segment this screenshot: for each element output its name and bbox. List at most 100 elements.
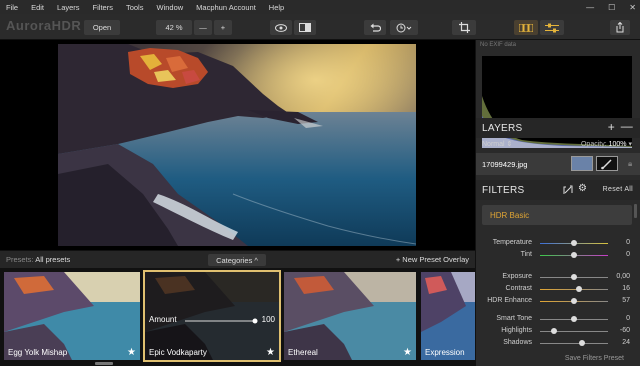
undo-button[interactable] [364,20,386,35]
opacity-label: Opacity: [580,141,607,148]
slider-value: 24 [622,339,630,346]
minimize-icon[interactable]: — [586,3,594,12]
slider-value: 0 [626,239,630,246]
zoom-level[interactable]: 42 % [156,20,192,35]
split-view-icon [299,23,311,32]
preview-eye-button[interactable] [270,20,292,35]
slider-label: Shadows [503,339,532,346]
star-icon[interactable]: ★ [266,347,275,358]
crop-icon [458,22,470,33]
zoom-out-button[interactable]: — [194,20,212,35]
slider-row: Highlights -60 [476,326,636,337]
slider-row: Temperature 0 [476,238,636,249]
slider-row: HDR Enhance 57 [476,296,636,307]
preset-thumbnail[interactable]: Egg Yolk Mishap ★ [2,270,142,362]
amount-value: 100 [261,315,275,324]
history-button[interactable] [390,20,418,35]
adjustments-toggle-button[interactable] [540,20,564,35]
app-logo: AuroraHDR [6,18,82,33]
layer-item[interactable]: 17099429.jpg 🔒︎ [476,153,640,175]
layer-file-name: 17099429.jpg [482,160,528,169]
close-icon[interactable]: ✕ [629,3,636,12]
slider-handle[interactable] [571,298,577,304]
slider-value: 0,00 [616,273,630,280]
blend-mode-value: Normal [482,141,505,148]
slider-label: Highlights [501,327,532,334]
menu-filters[interactable]: Filters [93,3,113,12]
right-panel: No EXIF data LAYERS + — Normal ⇕ Opacity… [475,40,640,366]
save-filters-preset-button[interactable]: Save Filters Preset [565,355,624,362]
preset-name: Epic Vodkaparty [149,348,207,357]
preset-thumbnails: Egg Yolk Mishap ★ Amount 100 Epic Vodkap… [0,268,475,366]
crop-button[interactable] [452,20,476,35]
zoom-in-button[interactable]: + [214,20,232,35]
star-icon[interactable]: ★ [127,347,136,358]
new-preset-overlay-button[interactable]: + New Preset Overlay [396,255,469,264]
layer-mask-thumbnail[interactable] [596,156,618,171]
menu-bar: File Edit Layers Filters Tools Window Ma… [0,0,640,14]
open-button[interactable]: Open [84,20,120,35]
slider-row: Shadows 24 [476,338,636,349]
opacity-control[interactable]: Opacity: 100% ▾ [581,140,632,148]
reset-all-button[interactable]: Reset All [603,186,633,193]
hdr-basic-filter-header[interactable]: HDR Basic [482,205,632,225]
preset-thumbnail[interactable]: Ethereal ★ [282,270,418,362]
presets-label: Presets: [6,255,34,264]
slider-handle[interactable] [571,316,577,322]
undo-icon [370,23,381,32]
slider-label: Temperature [492,239,532,246]
slider-row: Contrast 16 [476,284,636,295]
slider-handle[interactable] [576,286,583,292]
thumbnails-scroll-handle[interactable] [95,362,113,365]
add-layer-icon[interactable]: + [608,120,615,134]
sliders-icon [545,23,559,32]
histogram-icon [519,23,533,32]
panel-scrollbar[interactable] [634,204,637,218]
blend-mode-select[interactable]: Normal ⇕ [482,140,512,148]
image-canvas[interactable] [0,40,475,250]
menu-help[interactable]: Help [269,3,284,12]
amount-label: Amount [149,315,177,324]
categories-button[interactable]: Categories ^ [208,254,266,266]
slider-handle[interactable] [571,274,577,280]
slider-row: Smart Tone 0 [476,314,636,325]
slider-row: Exposure 0,00 [476,272,636,283]
share-button[interactable] [610,20,630,35]
presets-bar: Presets: All presets Categories ^ + New … [0,250,475,268]
main-photo [58,44,416,246]
star-icon[interactable]: ★ [403,347,412,358]
preset-name: Egg Yolk Mishap [8,348,68,357]
menu-tools[interactable]: Tools [126,3,144,12]
mask-icon[interactable] [563,185,573,195]
layers-title: LAYERS [482,122,523,134]
layers-header: LAYERS + — [476,118,640,138]
histogram-toggle-button[interactable] [514,20,538,35]
menu-window[interactable]: Window [156,3,183,12]
slider-handle[interactable] [571,240,577,246]
layer-thumbnail [571,156,593,171]
menu-layers[interactable]: Layers [57,3,80,12]
slider-label: Smart Tone [496,315,532,322]
gear-icon[interactable]: ⚙ [578,183,587,194]
share-icon [616,22,624,33]
menu-file[interactable]: File [6,3,18,12]
slider-track[interactable] [540,289,608,290]
menu-macphun-account[interactable]: Macphun Account [196,3,256,12]
slider-handle[interactable] [550,328,557,334]
lock-icon[interactable]: 🔒︎ [628,159,632,169]
remove-layer-icon[interactable]: — [621,119,633,133]
presets-filter-value: All presets [35,255,71,264]
slider-track[interactable] [540,343,608,344]
compare-button[interactable] [294,20,316,35]
slider-handle[interactable] [579,340,586,346]
slider-label: Tint [520,251,532,258]
preset-thumbnail[interactable]: Expression [419,270,475,362]
slider-handle[interactable] [571,252,577,258]
presets-filter[interactable]: Presets: All presets [6,255,70,264]
menu-edit[interactable]: Edit [31,3,44,12]
brush-icon [601,159,612,170]
slider-value: 0 [626,251,630,258]
preset-thumbnail-selected[interactable]: Amount 100 Epic Vodkaparty ★ [143,270,281,362]
maximize-icon[interactable]: ☐ [608,3,615,12]
opacity-value: 100% [608,141,627,148]
